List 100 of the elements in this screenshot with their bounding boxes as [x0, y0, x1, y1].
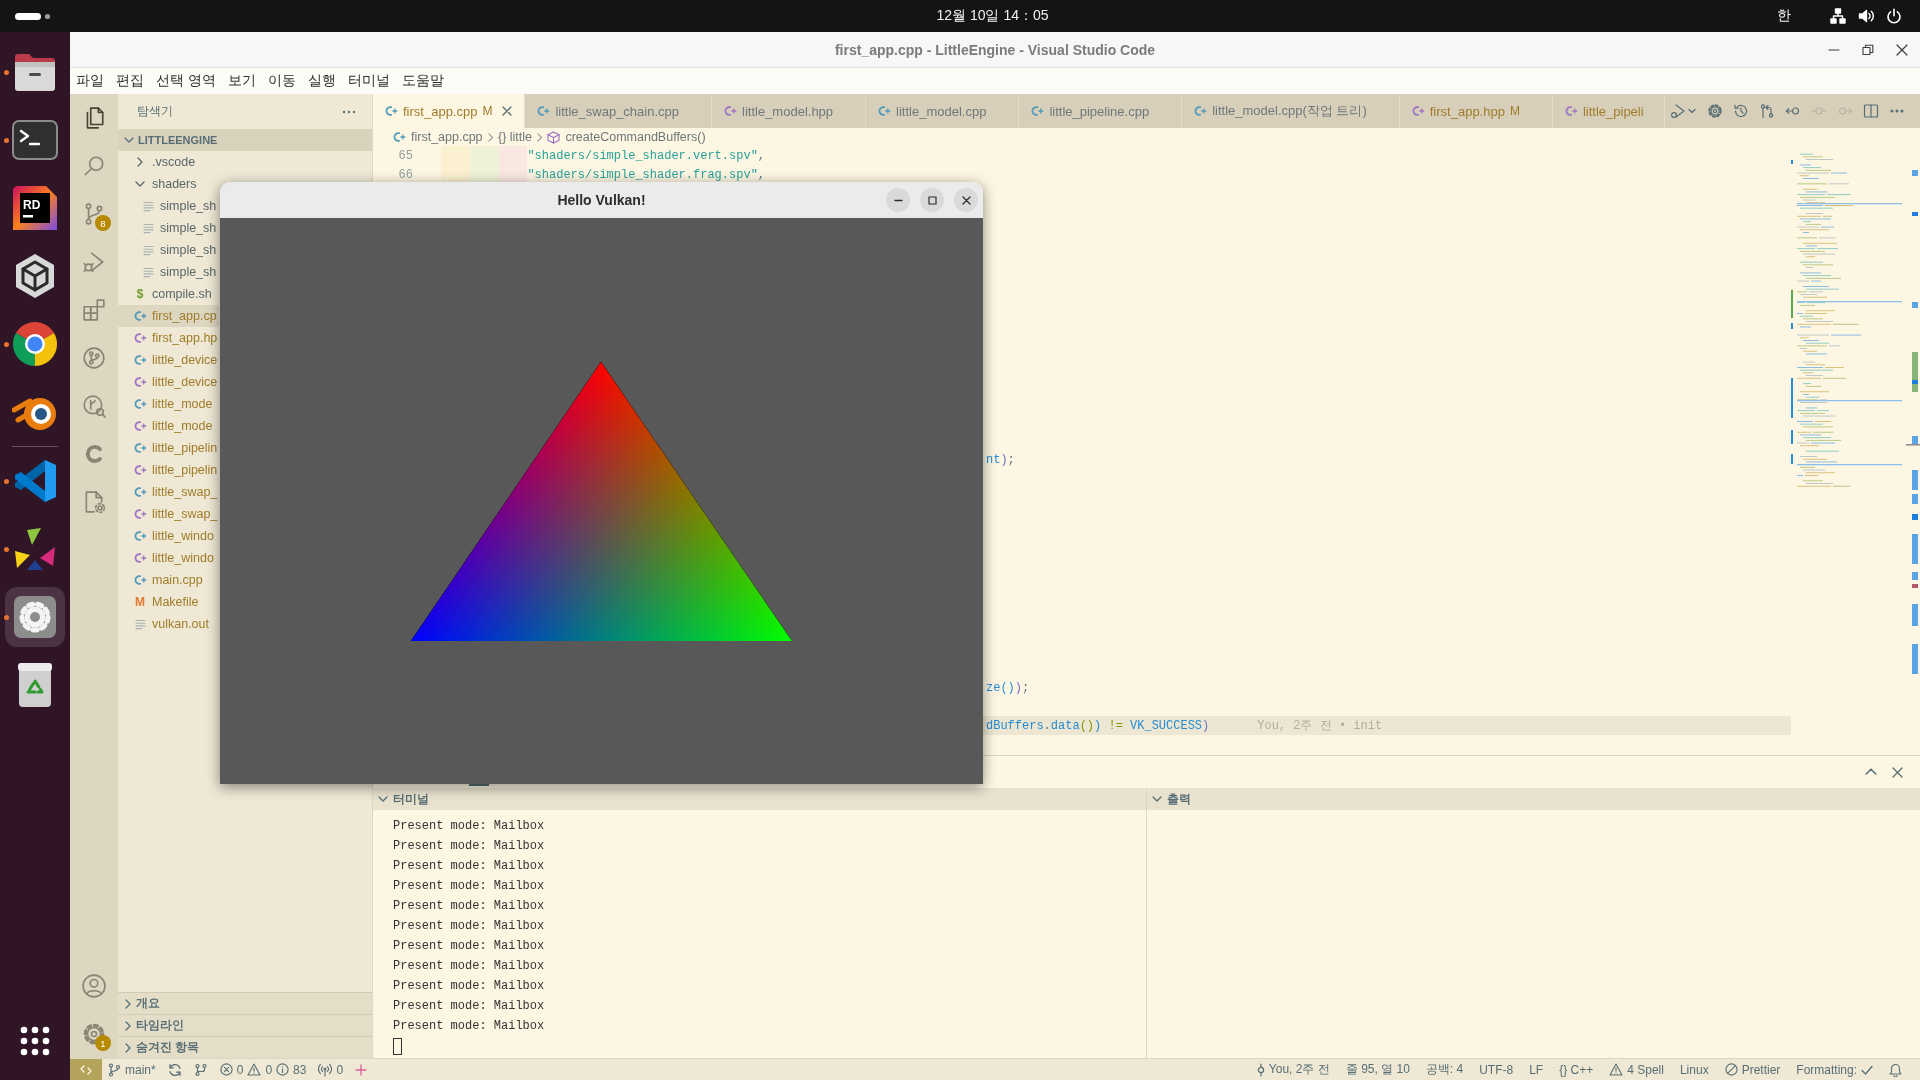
cpp-file-icon	[133, 310, 147, 322]
maximize-button[interactable]	[920, 188, 944, 212]
file-tree-item[interactable]: simple_sh	[118, 195, 219, 217]
status-item[interactable]: 공백: 4	[1419, 1059, 1470, 1080]
close-button[interactable]	[954, 188, 978, 212]
clock-arrow-icon[interactable]	[1733, 103, 1749, 119]
terminal-icon	[12, 120, 58, 160]
file-tree-item[interactable]: simple_sh	[118, 239, 219, 261]
maximize-icon[interactable]	[927, 195, 937, 205]
menu-item[interactable]: 선택 영역	[150, 70, 222, 92]
file-tree-item[interactable]: .vscode	[118, 151, 219, 173]
dock-app-button[interactable]: RD	[5, 178, 65, 238]
section-header[interactable]: 개요	[118, 992, 372, 1014]
file-tree-item[interactable]: simple_sh	[118, 217, 219, 239]
terminal-line: Present mode: Mailbox	[393, 818, 545, 835]
file-tree-item[interactable]: little_device	[118, 349, 219, 371]
clock[interactable]: 12월 10일 14：05	[936, 7, 1049, 25]
network-icon[interactable]	[1830, 8, 1846, 24]
file-tree-item[interactable]: vulkan.out	[118, 613, 219, 635]
branch-compare-icon[interactable]	[1759, 103, 1775, 119]
close-icon[interactable]	[502, 106, 513, 116]
terminal-line: Present mode: Mailbox	[393, 878, 545, 895]
settings-icon[interactable]	[1707, 103, 1723, 119]
branch-status[interactable]: main*	[102, 1059, 162, 1080]
language-status[interactable]: {} C++	[1553, 1059, 1600, 1080]
file-tree-item[interactable]: simple_sh	[118, 261, 219, 283]
section-header[interactable]: 타임라인	[118, 1014, 372, 1036]
activity-button[interactable]: 1	[70, 1010, 118, 1058]
file-tree-item[interactable]: little_pipelin	[118, 437, 219, 459]
menu-item[interactable]: 이동	[261, 70, 302, 92]
file-tree-item[interactable]: shaders	[118, 173, 219, 195]
workspace-indicator-icon[interactable]	[15, 11, 51, 21]
breadcrumb-item[interactable]: first_app.cpp	[392, 128, 483, 146]
more-icon[interactable]	[342, 109, 356, 114]
menu-item[interactable]: 보기	[221, 70, 262, 92]
menu-item[interactable]: 도움말	[395, 70, 450, 92]
text-file-icon	[142, 266, 154, 278]
spell-status[interactable]: 4 Spell	[1603, 1059, 1670, 1080]
status-item[interactable]: UTF-8	[1473, 1059, 1520, 1080]
close-icon[interactable]	[1892, 766, 1903, 778]
file-tree-item[interactable]: little_pipelin	[118, 459, 219, 481]
cube-icon	[547, 130, 561, 144]
menu-item[interactable]: 편집	[110, 70, 150, 92]
close-icon[interactable]	[1896, 43, 1908, 56]
file-tree-item[interactable]: first_app.cp	[118, 305, 219, 327]
file-tree-item[interactable]: little_mode	[118, 415, 219, 437]
terminal-line: Present mode: Mailbox	[393, 838, 545, 855]
restore-icon[interactable]	[1862, 43, 1874, 56]
volume-icon[interactable]	[1858, 8, 1874, 24]
close-icon[interactable]	[961, 195, 971, 205]
file-tree-item[interactable]: little_windo	[118, 547, 219, 569]
folder-header[interactable]: LITTLEENGINE	[118, 129, 372, 151]
window-title: Hello Vulkan!	[557, 192, 646, 208]
power-icon[interactable]	[1886, 8, 1902, 24]
sync-icon[interactable]	[167, 1062, 182, 1077]
cpp-file-icon	[133, 552, 147, 564]
caret-down-icon[interactable]	[1688, 107, 1696, 115]
menu-item[interactable]: 터미널	[341, 70, 396, 92]
cpp-file-icon	[133, 464, 147, 476]
prettier-status[interactable]: Prettier	[1718, 1059, 1787, 1080]
pane-header[interactable]: 터미널	[373, 788, 1146, 810]
indent-guide	[441, 165, 470, 184]
file-tree-item[interactable]: little_swap_	[118, 503, 219, 525]
blame-status[interactable]: You, 2주 전	[1250, 1059, 1336, 1080]
file-tree-item[interactable]: first_app.hp	[118, 327, 219, 349]
file-tree-item[interactable]: little_windo	[118, 525, 219, 547]
terminal-line: Present mode: Mailbox	[393, 938, 545, 955]
plus-icon[interactable]	[355, 1063, 368, 1076]
status-item[interactable]: 줄 95, 열 10	[1339, 1059, 1416, 1080]
menu-item[interactable]: 파일	[70, 70, 110, 92]
breadcrumb-item[interactable]: {} little	[497, 128, 533, 146]
file-tree-item[interactable]: M Makefile	[118, 591, 219, 613]
file-tree-item[interactable]: little_mode	[118, 393, 219, 415]
menu-item[interactable]: 실행	[301, 70, 342, 92]
ports-status[interactable]: 0	[312, 1059, 350, 1080]
rd-logo-icon: RD	[12, 185, 58, 231]
file-tree-item[interactable]: little_device	[118, 371, 219, 393]
file-tree-item[interactable]: little_swap_	[118, 481, 219, 503]
bell-icon[interactable]	[1889, 1062, 1902, 1077]
breadcrumb-item[interactable]: createCommandBuffers()	[547, 128, 706, 146]
editor-tab[interactable]: first_app.cpp M	[373, 94, 526, 128]
play-bug-icon[interactable]	[1670, 103, 1686, 119]
split-editor-icon[interactable]	[1863, 103, 1879, 119]
dock-app-button[interactable]	[5, 587, 65, 647]
pane-header[interactable]: 출력	[1147, 788, 1920, 810]
input-method-indicator[interactable]: 한	[1777, 7, 1791, 25]
status-item[interactable]: Linux	[1673, 1059, 1715, 1080]
formatting-status[interactable]: Formatting:	[1790, 1059, 1879, 1080]
section-header[interactable]: 숨겨진 항목	[118, 1036, 372, 1058]
cpp-file-icon	[133, 398, 147, 410]
line-number: 65	[398, 148, 413, 163]
activity-button[interactable]: 8	[70, 190, 118, 238]
app-grid-icon[interactable]	[20, 1026, 50, 1056]
chevron-up-icon[interactable]	[1865, 768, 1877, 776]
status-item[interactable]: LF	[1523, 1059, 1550, 1080]
file-tree-item[interactable]: main.cpp	[118, 569, 219, 591]
source-graph-icon[interactable]	[193, 1062, 208, 1077]
line-number: 66	[398, 167, 413, 182]
file-tree-item[interactable]: $ compile.sh	[118, 283, 219, 305]
problems-status[interactable]: 0 0 83	[213, 1059, 313, 1080]
